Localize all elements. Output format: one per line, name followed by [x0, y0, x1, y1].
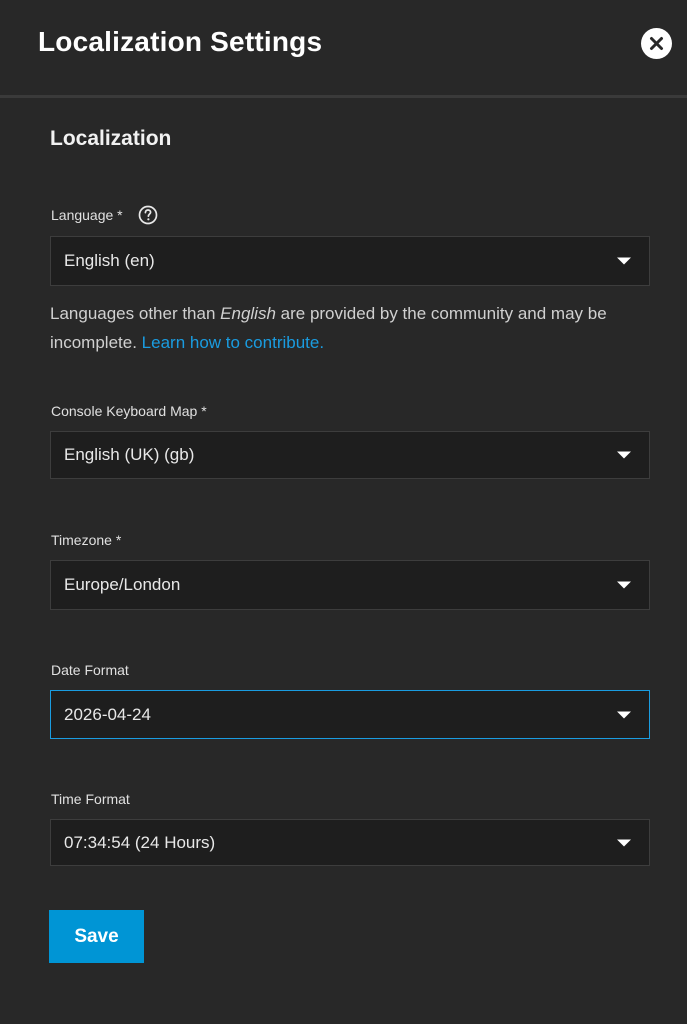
dropdown-arrow-icon — [617, 257, 631, 265]
date-format-value: 2026-04-24 — [64, 704, 151, 724]
language-value: English (en) — [64, 251, 155, 270]
help-icon[interactable] — [138, 205, 158, 225]
timezone-value: Europe/London — [64, 575, 181, 594]
timezone-label: Timezone * — [51, 532, 122, 548]
date-format-select[interactable]: 2026-04-24 — [50, 690, 650, 739]
save-button[interactable]: Save — [49, 910, 144, 963]
time-format-select[interactable]: 07:34:54 (24 Hours) — [50, 819, 650, 866]
keyboard-map-value: English (UK) (gb) — [64, 445, 195, 464]
close-button[interactable] — [641, 28, 672, 59]
section-title: Localization — [50, 127, 172, 150]
keyboard-map-label: Console Keyboard Map * — [51, 403, 207, 419]
dialog-header: Localization Settings — [0, 0, 687, 98]
contribute-link[interactable]: Learn how to contribute. — [142, 333, 324, 352]
time-format-label: Time Format — [51, 791, 130, 807]
time-format-value: 07:34:54 (24 Hours) — [64, 832, 216, 852]
keyboard-map-select[interactable]: English (UK) (gb) — [50, 431, 650, 479]
hint-text: Languages other than — [50, 304, 221, 323]
language-label: Language * — [51, 207, 123, 223]
dropdown-arrow-icon — [617, 581, 631, 589]
dropdown-arrow-icon — [617, 711, 631, 718]
date-format-label: Date Format — [51, 662, 129, 678]
dropdown-arrow-icon — [617, 451, 631, 459]
dropdown-arrow-icon — [617, 839, 631, 846]
page-title: Localization Settings — [38, 26, 323, 57]
language-select[interactable]: English (en) — [50, 236, 650, 286]
close-icon — [650, 37, 663, 50]
hint-emphasis: English — [220, 304, 276, 323]
timezone-select[interactable]: Europe/London — [50, 560, 650, 610]
language-hint: Languages other than English are provide… — [50, 299, 650, 357]
